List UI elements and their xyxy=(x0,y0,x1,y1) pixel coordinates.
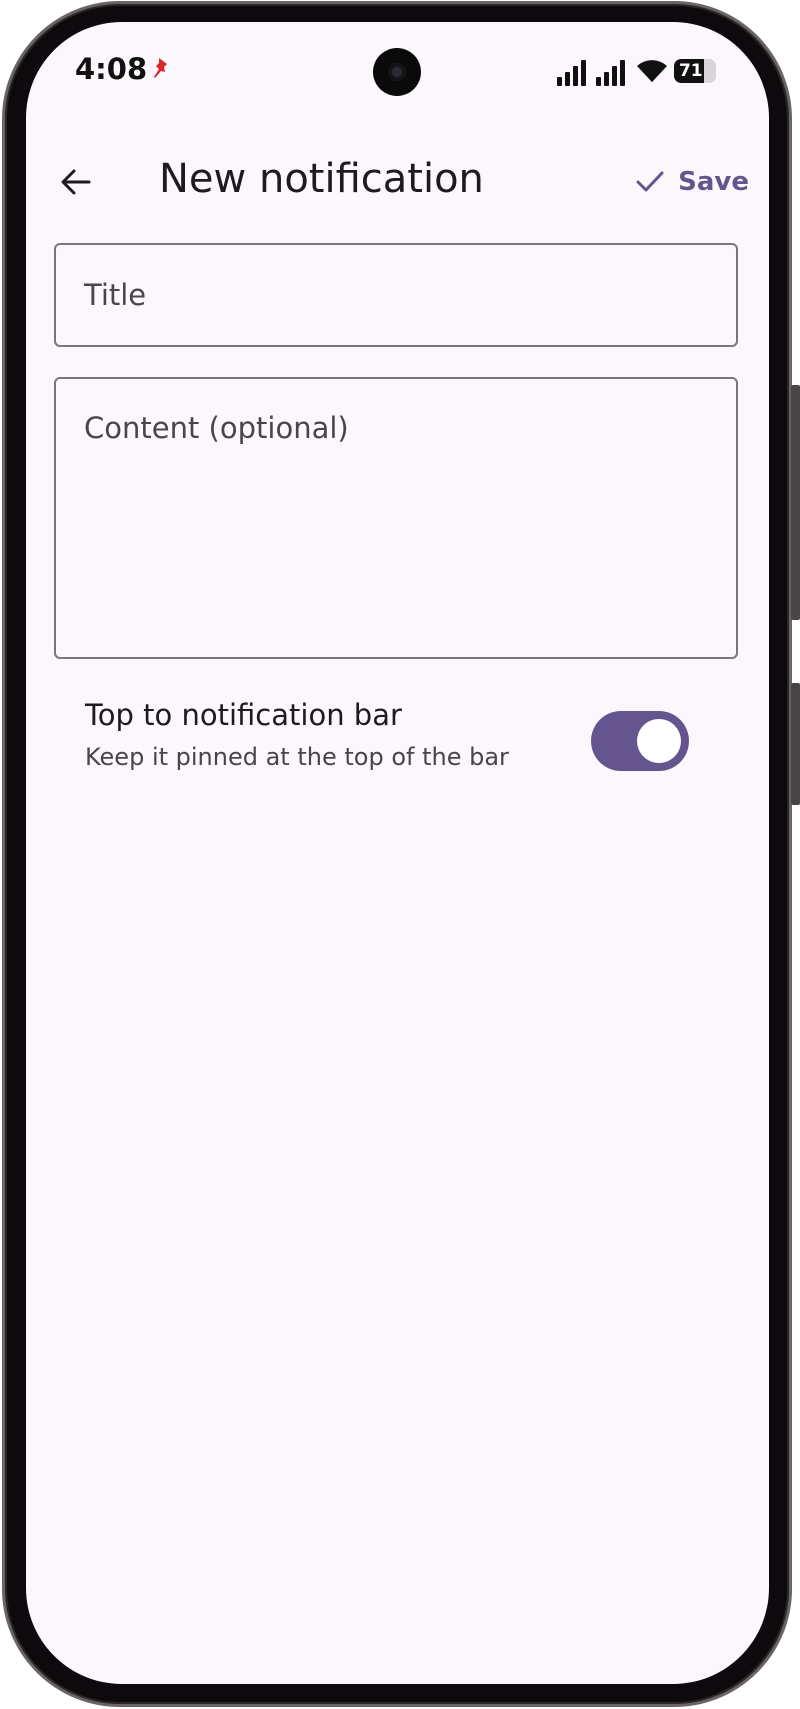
page-title: New notification xyxy=(159,156,484,202)
pin-icon xyxy=(154,58,167,78)
signal-icon xyxy=(596,60,625,86)
status-time: 4:08 xyxy=(75,52,148,86)
title-placeholder: Title xyxy=(84,278,147,312)
setting-subtitle: Keep it pinned at the top of the bar xyxy=(85,743,509,771)
power-button xyxy=(791,683,800,805)
back-button[interactable] xyxy=(48,154,104,210)
top-app-bar: New notification Save xyxy=(26,132,769,232)
toggle-thumb xyxy=(637,719,681,763)
save-button[interactable]: Save xyxy=(636,158,749,206)
setting-title: Top to notification bar xyxy=(85,698,402,732)
content-placeholder: Content (optional) xyxy=(84,411,349,445)
battery-level: 71 xyxy=(678,61,703,81)
battery-icon: 71 xyxy=(674,59,716,83)
status-bar: 4:08 71 xyxy=(26,22,769,117)
signal-icon xyxy=(557,60,586,86)
front-camera xyxy=(373,48,421,96)
title-input[interactable]: Title xyxy=(54,243,738,347)
volume-button xyxy=(791,385,800,620)
wifi-icon xyxy=(637,60,667,82)
content-input[interactable]: Content (optional) xyxy=(54,377,738,659)
app-screen: 4:08 71 New notification Save Title Cont… xyxy=(26,22,769,1684)
arrow-back-icon xyxy=(61,169,91,195)
check-icon xyxy=(636,171,664,192)
pin-to-notification-bar-row[interactable]: Top to notification bar Keep it pinned a… xyxy=(26,692,769,782)
save-label: Save xyxy=(678,167,749,197)
pin-toggle-switch[interactable] xyxy=(591,711,689,771)
